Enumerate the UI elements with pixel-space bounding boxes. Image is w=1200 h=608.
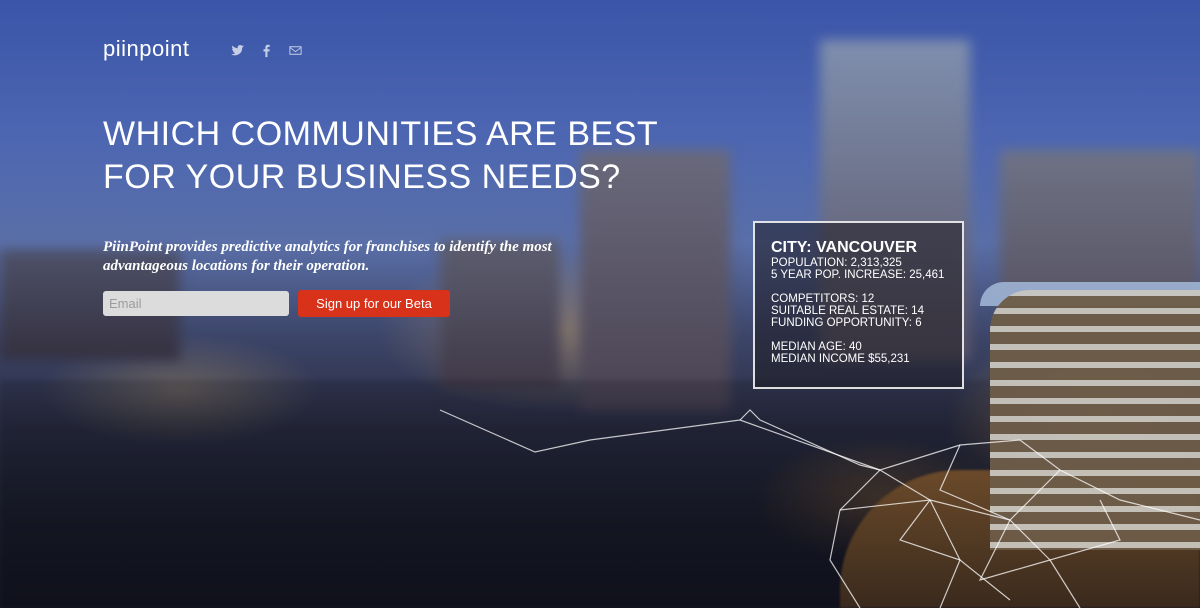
stat-median-income: MEDIAN INCOME $55,231: [771, 353, 910, 365]
facebook-icon[interactable]: [259, 43, 274, 58]
stat-funding: FUNDING OPPORTUNITY: 6: [771, 317, 922, 329]
stat-real-estate: SUITABLE REAL ESTATE: 14: [771, 305, 924, 317]
stat-median-age: MEDIAN AGE: 40: [771, 341, 862, 353]
city-stats-card: CITY: VANCOUVER POPULATION: 2,313,325 5 …: [753, 221, 964, 389]
signup-beta-button[interactable]: Sign up for our Beta: [298, 290, 450, 317]
hero-headline-line1: WHICH COMMUNITIES ARE BEST: [103, 115, 659, 153]
social-links: [230, 43, 303, 58]
piinpoint-logo[interactable]: piinpoint: [103, 36, 189, 62]
hero-headline: WHICH COMMUNITIES ARE BEST FOR YOUR BUSI…: [103, 113, 723, 199]
hero-tagline: PiinPoint provides predictive analytics …: [103, 239, 552, 274]
email-icon[interactable]: [288, 43, 303, 58]
stat-competitors: COMPETITORS: 12: [771, 293, 875, 305]
email-input[interactable]: [103, 291, 289, 316]
hero-headline-line2: FOR YOUR BUSINESS NEEDS?: [103, 158, 621, 196]
stat-population: POPULATION: 2,313,325: [771, 257, 902, 269]
city-name: CITY: VANCOUVER: [771, 239, 918, 256]
twitter-icon[interactable]: [230, 43, 245, 58]
stat-pop-increase: 5 YEAR POP. INCREASE: 25,461: [771, 269, 945, 281]
